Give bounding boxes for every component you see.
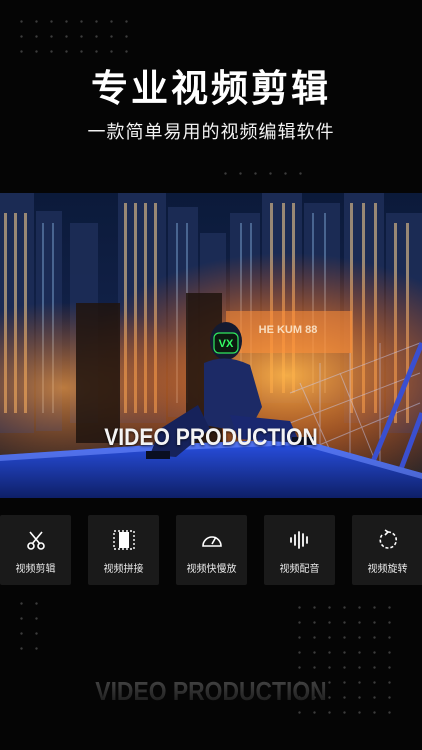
- film-frame-icon: [88, 528, 159, 552]
- tool-label: 视频旋转: [367, 564, 408, 575]
- tool-label: 视频拼接: [103, 564, 144, 575]
- tool-video-dubbing[interactable]: 视频配音: [264, 515, 335, 585]
- footer-watermark: VIDEO PRODUCTION: [25, 676, 396, 707]
- hero-image: HE KUM 88 VX: [0, 193, 422, 498]
- app-promo-screen: 专业视频剪辑 一款简单易用的视频编辑软件 HE KUM 88 VX VIDEO …: [0, 0, 422, 750]
- dot-pattern-top-right: [218, 166, 308, 184]
- rotate-icon: [352, 528, 422, 552]
- tool-label: 视频快慢放: [186, 564, 237, 575]
- tool-video-rotate[interactable]: 视频旋转: [352, 515, 422, 585]
- tool-label: 视频剪辑: [15, 564, 56, 575]
- audio-wave-icon: [264, 528, 335, 552]
- hero-caption: VIDEO PRODUCTION: [104, 424, 318, 451]
- speedometer-icon: [176, 528, 247, 552]
- page-subtitle: 一款简单易用的视频编辑软件: [87, 122, 335, 143]
- dot-pattern-top-left: [14, 14, 132, 54]
- tool-label: 视频配音: [279, 564, 320, 575]
- tool-video-cut[interactable]: 视频剪辑: [0, 515, 71, 585]
- page-title: 专业视频剪辑: [91, 67, 331, 110]
- tool-video-speed[interactable]: 视频快慢放: [176, 515, 247, 585]
- scissors-icon: [0, 528, 71, 552]
- mask-text: VX: [219, 338, 234, 350]
- tool-video-merge[interactable]: 视频拼接: [88, 515, 159, 585]
- sign-text: HE KUM 88: [259, 324, 318, 336]
- dot-pattern-bottom-left: [14, 596, 44, 656]
